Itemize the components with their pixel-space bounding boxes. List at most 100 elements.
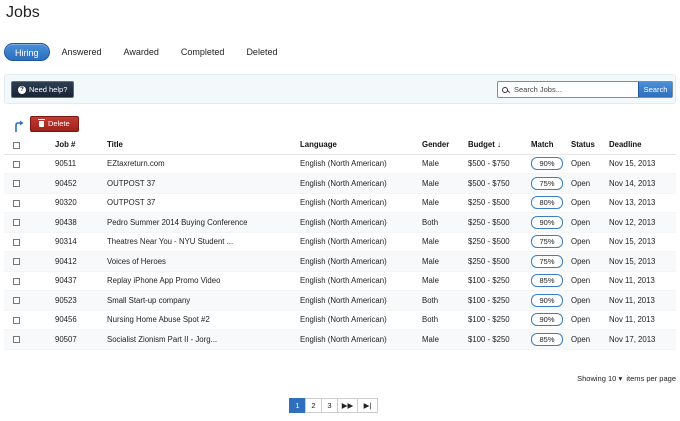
job-status: Open bbox=[570, 173, 608, 194]
showing-label: Showing bbox=[577, 374, 606, 383]
job-number: 90320 bbox=[54, 193, 106, 213]
job-status: Open bbox=[570, 329, 608, 350]
row-checkbox[interactable] bbox=[13, 238, 20, 246]
fast-forward-icon[interactable]: ▶▶ bbox=[337, 398, 358, 413]
table-row[interactable]: 90523 Small Start-up company English (Nort… bbox=[4, 290, 676, 311]
job-deadline: Nov 15, 2013 bbox=[608, 232, 676, 252]
job-title: Replay iPhone App Promo Video bbox=[106, 271, 299, 291]
job-deadline: Nov 14, 2013 bbox=[608, 173, 676, 194]
row-checkbox[interactable] bbox=[13, 199, 20, 207]
table-row[interactable]: 90456 Nursing Home Abuse Spot #2 English (… bbox=[4, 310, 676, 330]
job-gender: Male bbox=[421, 251, 467, 272]
job-number: 90523 bbox=[54, 290, 106, 311]
header-gender[interactable]: Gender bbox=[421, 136, 467, 155]
row-checkbox[interactable] bbox=[13, 336, 20, 344]
jobs-table: Job # Title Language Gender Budget ↓ Mat… bbox=[4, 136, 676, 350]
job-language: English (North American) bbox=[299, 290, 421, 311]
table-row[interactable]: 90511 EZtaxreturn.com English (North Ameri… bbox=[4, 154, 676, 174]
per-page-select[interactable]: 10 ▾ bbox=[608, 374, 622, 383]
job-budget: $500 - $750 bbox=[467, 154, 530, 174]
job-title: Nursing Home Abuse Spot #2 bbox=[106, 310, 299, 330]
job-budget: $500 - $750 bbox=[467, 173, 530, 194]
need-help-button[interactable]: ? Need help? bbox=[11, 81, 75, 98]
search-button[interactable]: Search bbox=[638, 82, 672, 97]
job-status: Open bbox=[570, 232, 608, 252]
job-language: English (North American) bbox=[299, 154, 421, 174]
tab-deleted[interactable]: Deleted bbox=[236, 43, 287, 61]
job-status: Open bbox=[570, 212, 608, 233]
header-language[interactable]: Language bbox=[299, 136, 421, 155]
table-row[interactable]: 90314 Theatres Near You - NYU Student ...… bbox=[4, 232, 676, 252]
question-icon: ? bbox=[18, 85, 26, 94]
table-row[interactable]: 90452 OUTPOST 37 English (North American) M… bbox=[4, 173, 676, 194]
delete-label: Delete bbox=[48, 119, 70, 128]
job-gender: Male bbox=[421, 232, 467, 252]
job-status: Open bbox=[570, 310, 608, 330]
job-budget: $100 - $250 bbox=[467, 290, 530, 311]
header-status[interactable]: Status bbox=[570, 136, 608, 155]
job-number: 90511 bbox=[54, 154, 106, 174]
match-badge: 75% bbox=[531, 176, 563, 190]
tab-answered[interactable]: Answered bbox=[52, 43, 112, 61]
items-per-page-label: items per page bbox=[626, 374, 676, 383]
job-language: English (North American) bbox=[299, 173, 421, 194]
job-deadline: Nov 12, 2013 bbox=[608, 212, 676, 233]
match-badge: 90% bbox=[531, 293, 563, 307]
job-title: Voices of Heroes bbox=[106, 251, 299, 272]
job-language: English (North American) bbox=[299, 251, 421, 272]
job-tabs: Hiring Answered Awarded Completed Delete… bbox=[4, 42, 289, 62]
row-checkbox[interactable] bbox=[13, 160, 20, 168]
job-number: 90437 bbox=[54, 271, 106, 291]
job-budget: $250 - $500 bbox=[467, 232, 530, 252]
job-status: Open bbox=[570, 251, 608, 272]
row-checkbox[interactable] bbox=[13, 297, 20, 305]
table-row[interactable]: 90438 Pedro Summer 2014 Buying Conference… bbox=[4, 212, 676, 233]
skip-to-end-icon[interactable]: ▶| bbox=[357, 398, 378, 413]
match-badge: 90% bbox=[531, 157, 563, 171]
toolbar: ? Need help? Search bbox=[4, 74, 676, 104]
delete-button[interactable]: Delete bbox=[30, 116, 79, 132]
header-job[interactable]: Job # bbox=[54, 136, 106, 155]
tab-completed[interactable]: Completed bbox=[171, 43, 235, 61]
job-budget: $100 - $250 bbox=[467, 310, 530, 330]
job-gender: Both bbox=[421, 212, 467, 233]
row-checkbox[interactable] bbox=[13, 180, 20, 188]
job-budget: $250 - $500 bbox=[467, 251, 530, 272]
row-checkbox[interactable] bbox=[13, 316, 20, 324]
job-deadline: Nov 11, 2013 bbox=[608, 290, 676, 311]
row-checkbox[interactable] bbox=[13, 258, 20, 266]
job-deadline: Nov 13, 2013 bbox=[608, 193, 676, 213]
tab-hiring[interactable]: Hiring bbox=[4, 43, 50, 61]
header-match[interactable]: Match bbox=[530, 136, 570, 155]
row-checkbox[interactable] bbox=[13, 219, 20, 227]
page-2-button[interactable]: 2 bbox=[305, 398, 322, 413]
job-number: 90456 bbox=[54, 310, 106, 330]
match-badge: 90% bbox=[531, 215, 563, 229]
job-deadline: Nov 17, 2013 bbox=[608, 329, 676, 350]
header-title[interactable]: Title bbox=[106, 136, 299, 155]
job-title: Small Start-up company bbox=[106, 290, 299, 311]
header-deadline[interactable]: Deadline bbox=[608, 136, 676, 155]
table-row[interactable]: 90437 Replay iPhone App Promo Video Englis… bbox=[4, 271, 676, 291]
pagination: 1 2 3 ▶▶ ▶| bbox=[289, 398, 378, 413]
job-deadline: Nov 11, 2013 bbox=[608, 271, 676, 291]
select-all-checkbox[interactable] bbox=[13, 141, 20, 149]
job-gender: Male bbox=[421, 271, 467, 291]
search-input[interactable] bbox=[512, 82, 638, 97]
tab-awarded[interactable]: Awarded bbox=[114, 43, 169, 61]
share-arrow-icon[interactable] bbox=[14, 120, 24, 132]
table-row[interactable]: 90412 Voices of Heroes English (North Amer… bbox=[4, 251, 676, 272]
page-1-button[interactable]: 1 bbox=[289, 398, 306, 413]
job-gender: Male bbox=[421, 154, 467, 174]
page-3-button[interactable]: 3 bbox=[321, 398, 338, 413]
table-row[interactable]: 90320 OUTPOST 37 English (North American) M… bbox=[4, 193, 676, 213]
sort-down-icon: ↓ bbox=[497, 140, 502, 150]
job-language: English (North American) bbox=[299, 310, 421, 330]
table-row[interactable]: 90507 Socialist Zionism Part II - Jorg...… bbox=[4, 329, 676, 350]
job-deadline: Nov 15, 2013 bbox=[608, 154, 676, 174]
row-checkbox[interactable] bbox=[13, 277, 20, 285]
header-budget[interactable]: Budget ↓ bbox=[467, 136, 530, 155]
match-badge: 85% bbox=[531, 274, 563, 288]
match-badge: 90% bbox=[531, 313, 563, 327]
job-gender: Male bbox=[421, 173, 467, 194]
